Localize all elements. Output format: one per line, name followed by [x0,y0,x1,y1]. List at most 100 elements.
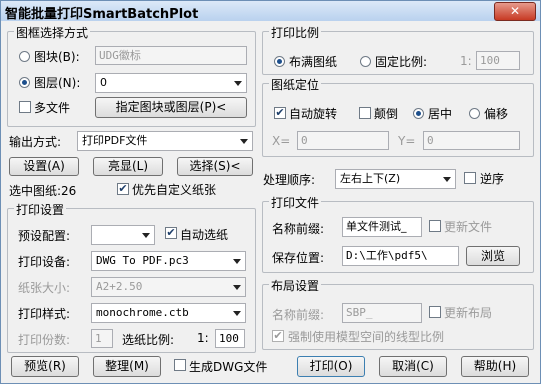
print-button[interactable]: 打印(O) [297,356,365,377]
fill-paper-radio[interactable] [274,56,285,67]
file-prefix-field[interactable]: 单文件测试_ [342,217,422,237]
check-icon: ✔ [166,226,176,239]
y-label: Y= [398,134,416,148]
update-layout-label: 更新布局 [444,306,493,320]
multifile-checkbox[interactable] [19,101,31,113]
generate-dwg-label: 生成DWG文件 [189,360,268,374]
cancel-button[interactable]: 取消(C) [379,356,447,377]
paper-value: A2+2.50 [96,280,143,293]
style-select[interactable]: monochrome.ctb [91,303,246,323]
device-select[interactable]: DWG To PDF.pc3 [91,251,246,271]
paper-select[interactable]: A2+2.50 [91,277,246,297]
smart-batch-plot-dialog: 智能批量打印SmartBatchPlot ✕ 图框选择方式 图块(B): UDG… [0,0,541,384]
layer-select[interactable]: 0 [95,73,247,93]
fixed-ratio-label: 固定比例: [375,55,428,69]
block-name-field[interactable]: UDG徽标 [95,46,247,65]
scale-title: 打印比例 [269,24,322,41]
save-location-field[interactable]: D:\工作\pdf5\ [342,246,459,266]
multifile-label: 多文件 [34,101,71,115]
reverse-label: 逆序 [480,172,505,186]
pick-block-or-layer-button[interactable]: 指定图块或图层(P)< [95,97,247,118]
output-select[interactable]: 打印PDF文件 [77,131,253,151]
chevron-down-icon [229,252,245,270]
chevron-down-icon [230,74,246,92]
save-location-label: 保存位置: [272,251,325,265]
preset-label: 预设配置: [18,229,71,243]
paper-ratio-label: 选纸比例: [122,333,175,347]
layer-value: 0 [100,76,107,89]
layout-prefix-label: 名称前缀: [272,308,325,322]
reverse-checkbox[interactable] [464,172,476,184]
device-value: DWG To PDF.pc3 [96,254,189,267]
prefer-custom-paper-label: 优先自定义纸张 [132,183,217,197]
title-bar: 智能批量打印SmartBatchPlot ✕ [1,1,540,22]
fixed-ratio-field[interactable]: 100 [476,51,520,70]
browse-button[interactable]: 浏览 [466,246,520,266]
setup-button[interactable]: 设置(A) [9,157,79,176]
update-file-checkbox[interactable] [429,220,441,232]
paper-ratio-prefix: 1: [197,331,209,345]
chevron-down-icon [229,278,245,296]
fixed-ratio-prefix: 1: [460,54,472,68]
order-select[interactable]: 左右上下(Z) [335,169,456,189]
offset-radio[interactable] [469,108,480,119]
frame-select-title: 图框选择方式 [14,24,91,41]
check-icon: ✔ [118,182,128,195]
auto-rotate-checkbox[interactable]: ✔ [274,107,286,119]
chevron-down-icon [236,132,252,150]
copies-field[interactable]: 1 [91,329,113,348]
layer-label: 图层(N): [34,76,81,90]
linetype-scale-checkbox[interactable]: ✔ [272,330,284,342]
selected-count: 选中图纸:26 [9,184,77,198]
x-offset-field[interactable]: 0 [297,131,389,150]
file-prefix-label: 名称前缀: [272,222,325,236]
fixed-ratio-radio[interactable] [360,56,371,67]
block-radio[interactable] [19,51,30,62]
close-button[interactable]: ✕ [494,2,536,21]
paper-label: 纸张大小: [18,281,71,295]
update-file-label: 更新文件 [444,220,493,234]
update-layout-checkbox[interactable] [429,306,441,318]
auto-paper-checkbox[interactable]: ✔ [165,227,177,239]
style-value: monochrome.ctb [96,306,189,319]
prefer-custom-paper-checkbox[interactable]: ✔ [117,183,129,195]
organize-button[interactable]: 整理(M) [93,356,161,377]
layout-title: 布局设置 [269,277,322,294]
help-button[interactable]: 帮助(H) [461,356,529,377]
close-icon: ✕ [509,4,521,18]
window-title: 智能批量打印SmartBatchPlot [5,7,199,22]
chevron-down-icon [138,226,154,244]
preview-button[interactable]: 预览(R) [11,356,79,377]
layout-prefix-field[interactable]: SBP_ [342,303,422,323]
position-title: 图纸定位 [269,76,322,93]
y-offset-field[interactable]: 0 [423,131,520,150]
flip-label: 颠倒 [374,107,399,121]
order-value: 左右上下(Z) [340,172,401,185]
center-label: 居中 [428,107,453,121]
paper-ratio-field[interactable]: 100 [215,329,245,348]
chevron-down-icon [229,304,245,322]
auto-rotate-label: 自动旋转 [289,107,338,121]
highlight-button[interactable]: 亮显(L) [93,157,163,176]
flip-checkbox[interactable] [359,107,371,119]
order-label: 处理顺序: [263,173,316,187]
preset-select[interactable] [91,225,155,245]
device-label: 打印设备: [18,255,71,269]
auto-paper-label: 自动选纸 [180,228,229,242]
chevron-down-icon [439,170,455,188]
style-label: 打印样式: [18,307,71,321]
output-label: 输出方式: [9,135,62,149]
copies-label: 打印份数: [18,333,71,347]
print-settings-title: 打印设置 [14,201,67,218]
check-icon: ✔ [275,106,285,119]
print-file-title: 打印文件 [269,194,322,211]
linetype-scale-label: 强制使用模型空间的线型比例 [288,330,445,344]
offset-label: 偏移 [484,107,509,121]
block-label: 图块(B): [34,50,80,64]
generate-dwg-checkbox[interactable] [174,359,186,371]
center-radio[interactable] [413,108,424,119]
fill-paper-label: 布满图纸 [289,55,338,69]
output-value: 打印PDF文件 [82,134,148,147]
layer-radio[interactable] [19,77,30,88]
select-button[interactable]: 选择(S)< [177,157,253,176]
